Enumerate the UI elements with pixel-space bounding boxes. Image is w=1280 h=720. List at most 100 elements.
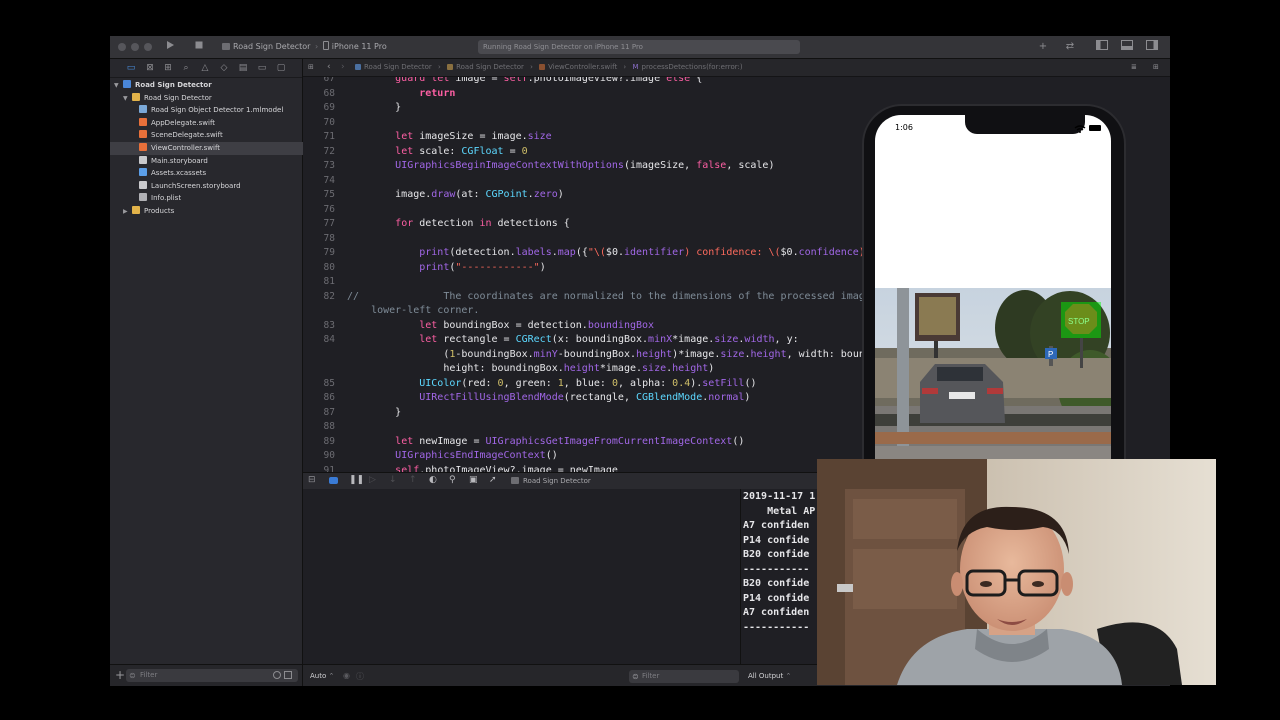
view-debugger-icon[interactable]: ◐ (429, 475, 437, 485)
toggle-debug-area-button[interactable] (1119, 40, 1135, 54)
line-number: 74 (323, 174, 335, 186)
library-button[interactable]: + (1035, 40, 1051, 54)
swift-file-icon (139, 130, 147, 139)
project-icon (123, 80, 131, 88)
folder-icon[interactable]: ▭ (125, 62, 137, 74)
warning-icon[interactable]: △ (199, 62, 211, 74)
toggle-navigator-button[interactable] (1094, 40, 1110, 54)
add-file-button[interactable]: + (115, 668, 125, 682)
storyboard-file-icon (139, 180, 147, 189)
code-line: image.draw(at: CGPoint.zero) (347, 189, 564, 200)
step-over-icon[interactable]: ↓ (389, 475, 397, 485)
line-number: 76 (323, 203, 335, 215)
stop-button[interactable] (191, 40, 207, 54)
swap-arrows-icon: ⇄ (1065, 41, 1075, 52)
navigator-filter-input[interactable]: ⊜ Filter (126, 669, 298, 682)
chevron-right-icon: › (315, 42, 319, 51)
step-into-icon[interactable]: ↑ (409, 475, 417, 485)
code-review-button[interactable]: ⇄ (1062, 40, 1078, 54)
comment-line-wrap: lower-left corner. (347, 305, 480, 316)
line-number: 77 (323, 218, 335, 229)
breakpoint-icon[interactable]: ▭ (256, 62, 268, 74)
close-window-button[interactable] (118, 43, 126, 51)
tree-item-file[interactable]: Info.plist (110, 192, 331, 205)
svg-text:P: P (1048, 350, 1053, 359)
console-line: 2019-11-17 1 (743, 491, 816, 502)
run-button[interactable] (162, 40, 178, 54)
project-navigator: ▭ ⊠ ⊞ ⌕ △ ◇ ▤ ▭ ▢ ▼ Road Sign Detector ▼ R… (110, 59, 331, 686)
pause-icon[interactable]: ❚❚ (349, 475, 364, 485)
simulate-location-icon[interactable]: ➚ (489, 475, 497, 485)
left-panel-icon (1096, 40, 1108, 50)
breakpoints-toggle-icon[interactable] (329, 477, 338, 484)
continue-icon[interactable]: ▷ (369, 475, 376, 485)
scheme-selector[interactable]: Road Sign Detector › iPhone 11 Pro (222, 36, 387, 58)
photo-image-view: P STOP (875, 288, 1111, 475)
detection-bounding-box (1061, 302, 1101, 338)
related-items-icon[interactable]: ⊞ (308, 59, 314, 76)
tree-item-file[interactable]: Road Sign Object Detector 1.mlmodel (110, 104, 331, 117)
filter-icon: ⊜ (129, 671, 136, 680)
variables-filter-input[interactable]: ⊜ Filter (629, 670, 739, 683)
breadcrumb-item[interactable]: ViewController.swift (548, 63, 617, 71)
info-icon[interactable]: ⓘ (356, 671, 364, 682)
simulator-screen[interactable]: 1:06 P STOP (875, 115, 1111, 475)
device-icon (322, 41, 329, 50)
toolbar: Road Sign Detector › iPhone 11 Pro Runni… (110, 36, 1170, 59)
scm-filter-icon[interactable] (284, 671, 292, 679)
filter-placeholder: Filter (140, 671, 158, 679)
tree-item-file[interactable]: Assets.xcassets (110, 167, 331, 180)
editor-options-icon[interactable]: ≣ (1131, 59, 1137, 76)
output-select[interactable]: All Output ⌃ (748, 665, 791, 686)
webcam-overlay (817, 459, 1216, 685)
tree-item-products[interactable]: ▶ Products (110, 205, 315, 218)
search-icon[interactable]: ⌕ (180, 62, 192, 74)
tree-item-file-selected[interactable]: ViewController.swift (110, 142, 331, 155)
tree-item-group[interactable]: ▼ Road Sign Detector (110, 92, 315, 105)
assets-folder-icon (139, 168, 147, 177)
add-editor-icon[interactable]: ⊞ (1153, 59, 1159, 76)
tree-label: Road Sign Object Detector 1.mlmodel (151, 106, 284, 115)
auto-mode-select[interactable]: Auto ⌃ (310, 665, 334, 686)
chevron-updown-icon: ⌃ (785, 672, 792, 680)
tree-item-file[interactable]: LaunchScreen.storyboard (110, 180, 331, 193)
memory-graph-icon[interactable]: ⚲ (449, 475, 456, 485)
source-control-icon[interactable]: ⊠ (144, 62, 156, 74)
report-icon[interactable]: ▢ (275, 62, 287, 74)
scheme-target: Road Sign Detector (233, 42, 311, 51)
zoom-window-button[interactable] (144, 43, 152, 51)
play-icon (167, 41, 174, 49)
tree-item-file[interactable]: AppDelegate.swift (110, 117, 331, 130)
line-number: 67 (323, 77, 335, 84)
process-label[interactable]: Road Sign Detector (523, 473, 591, 489)
back-button[interactable]: ‹ (327, 59, 331, 76)
environment-overrides-icon[interactable]: ▣ (469, 475, 478, 485)
breadcrumb-item[interactable]: Road Sign Detector (456, 63, 524, 71)
output-select-label: All Output (748, 672, 784, 680)
line-number: 87 (323, 406, 335, 418)
toggle-inspector-button[interactable] (1144, 40, 1160, 54)
breadcrumb-item[interactable]: processDetections(for:error:) (642, 63, 743, 71)
variables-view[interactable] (303, 489, 740, 664)
hide-debug-area-icon[interactable]: ⊟ (308, 475, 316, 485)
console-line: A7 confiden (743, 520, 810, 531)
symbol-icon[interactable]: ⊞ (162, 62, 174, 74)
breadcrumb-item[interactable]: Road Sign Detector (364, 63, 432, 71)
eye-icon[interactable]: ◉ (343, 671, 350, 680)
right-panel-icon (1146, 40, 1158, 50)
line-number: 89 (323, 435, 335, 447)
console-line: B20 confide (743, 578, 810, 589)
minimize-window-button[interactable] (131, 43, 139, 51)
debug-icon[interactable]: ▤ (237, 62, 249, 74)
clock-icon[interactable] (273, 671, 281, 679)
folder-icon (447, 64, 454, 70)
tree-item-file[interactable]: Main.storyboard (110, 155, 331, 168)
code-line: } (347, 406, 402, 418)
tree-item-project[interactable]: ▼ Road Sign Detector (110, 79, 306, 92)
forward-button[interactable]: › (341, 59, 345, 76)
tree-item-file[interactable]: SceneDelegate.swift (110, 129, 331, 142)
test-icon[interactable]: ◇ (218, 62, 230, 74)
line-number: 82 (323, 290, 335, 302)
line-number: 71 (323, 131, 335, 142)
console-line: P14 confide (743, 534, 810, 546)
